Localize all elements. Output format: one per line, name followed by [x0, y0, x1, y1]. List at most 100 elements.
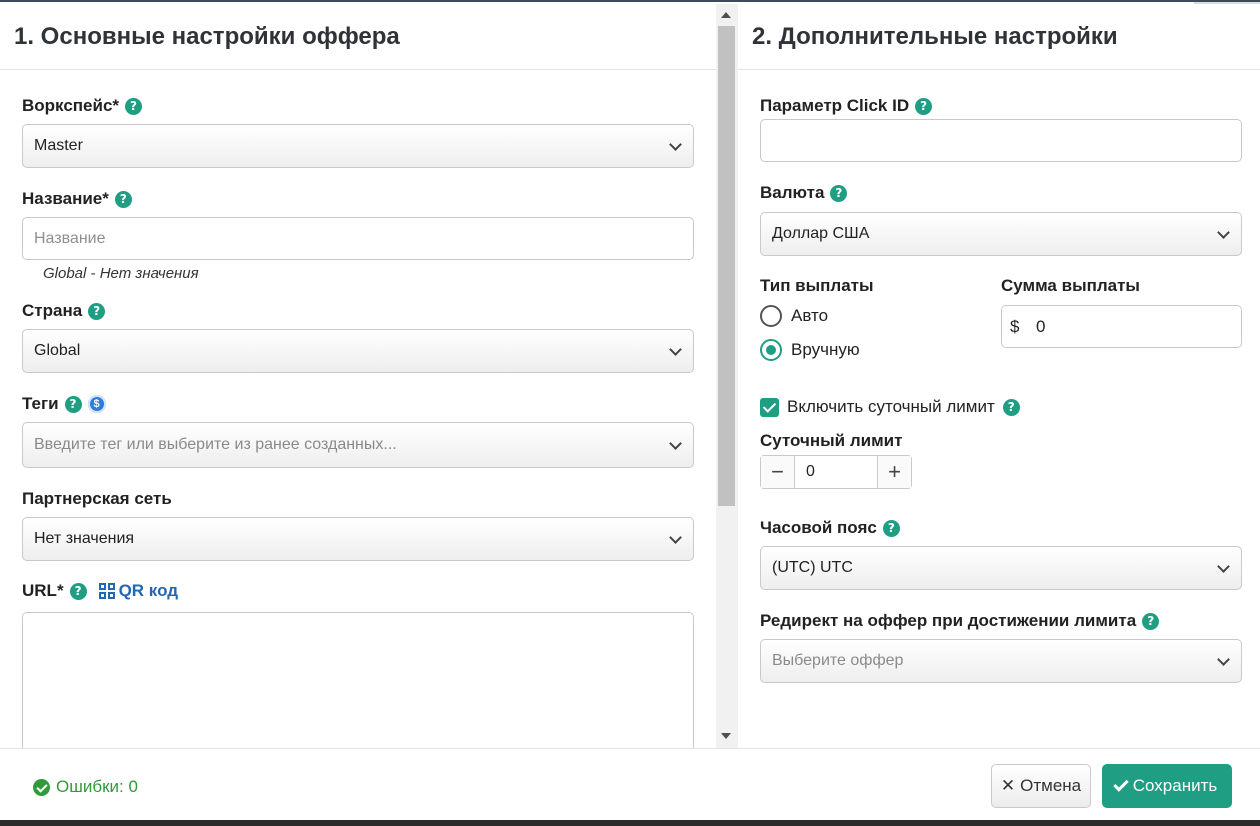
daily-limit-label-text: Суточный лимит — [760, 431, 903, 450]
radio-manual[interactable] — [760, 339, 782, 361]
errors-status: Ошибки: 0 — [33, 777, 138, 797]
timezone-label: Часовой пояс ? — [760, 518, 900, 538]
check-icon — [1112, 776, 1129, 792]
workspace-help-icon[interactable]: ? — [125, 97, 143, 115]
currency-label-text: Валюта — [760, 183, 825, 202]
redirect-offer-select[interactable]: Выберите оффер — [760, 639, 1242, 683]
errors-count: Ошибки: 0 — [56, 777, 138, 796]
payout-type-label: Тип выплаты — [760, 276, 874, 296]
close-icon: ✕ — [1000, 776, 1016, 795]
qr-code-icon — [98, 583, 115, 599]
background-bar — [0, 820, 1260, 826]
daily-limit-toggle-label: Включить суточный лимит — [787, 397, 995, 416]
currency-select[interactable]: Доллар США — [760, 212, 1242, 256]
tags-select[interactable]: Введите тег или выберите из ранее создан… — [22, 422, 694, 468]
minus-icon[interactable]: − — [761, 456, 794, 488]
modal-footer: Ошибки: 0 ✕ Отмена Сохранить — [0, 748, 1260, 820]
url-label: URL* ? QR код — [22, 581, 178, 601]
network-value: Нет значения — [34, 530, 135, 547]
payout-sum-value: 0 — [1036, 316, 1046, 336]
qr-code-label: QR код — [118, 581, 179, 600]
dollar-badge-icon[interactable]: $ — [87, 395, 106, 413]
tags-help-icon[interactable]: ? — [64, 395, 82, 413]
redirect-help-icon[interactable]: ? — [1142, 612, 1160, 630]
redirect-placeholder: Выберите оффер — [772, 652, 904, 669]
daily-limit-help-icon[interactable]: ? — [1002, 398, 1020, 416]
clickid-label-text: Параметр Click ID — [760, 96, 910, 115]
left-panel-scrollbar[interactable] — [716, 4, 738, 748]
scroll-down-arrow-icon[interactable] — [721, 733, 731, 739]
network-label: Партнерская сеть — [22, 489, 172, 509]
additional-settings-panel: 2. Дополнительные настройки Параметр Cli… — [738, 4, 1260, 748]
cancel-label: Отмена — [1020, 776, 1082, 795]
network-select[interactable]: Нет значения — [22, 517, 694, 561]
qr-code-link[interactable]: QR код — [98, 581, 179, 601]
currency-label: Валюта ? — [760, 183, 848, 203]
daily-limit-toggle[interactable]: Включить суточный лимит ? — [760, 397, 1020, 417]
name-label-text: Название* — [22, 189, 109, 208]
chevron-down-icon — [669, 343, 682, 356]
additional-settings-title: 2. Дополнительные настройки — [738, 4, 1260, 70]
redirect-label-text: Редирект на оффер при достижении лимита — [760, 611, 1137, 630]
country-label: Страна ? — [22, 301, 106, 321]
country-value: Global — [34, 342, 81, 359]
tags-label-text: Теги — [22, 394, 59, 413]
daily-limit-label: Суточный лимит — [760, 431, 902, 451]
country-label-text: Страна — [22, 301, 83, 320]
url-label-text: URL* — [22, 581, 64, 600]
payout-type-auto-option[interactable]: Авто — [760, 305, 828, 327]
payout-type-manual-option[interactable]: Вручную — [760, 339, 860, 361]
timezone-help-icon[interactable]: ? — [882, 519, 900, 537]
basic-settings-panel: 1. Основные настройки оффера Воркспейс* … — [0, 4, 716, 748]
radio-auto[interactable] — [760, 305, 782, 327]
currency-help-icon[interactable]: ? — [830, 184, 848, 202]
redirect-label: Редирект на оффер при достижении лимита … — [760, 611, 1160, 631]
basic-settings-title: 1. Основные настройки оффера — [0, 4, 716, 70]
payout-sum-input[interactable]: $ 0 — [1001, 305, 1242, 348]
workspace-label: Воркспейс* ? — [22, 96, 143, 116]
timezone-value: (UTC) UTC — [772, 559, 853, 576]
network-label-text: Партнерская сеть — [22, 489, 172, 508]
url-help-icon[interactable]: ? — [69, 582, 87, 600]
daily-limit-stepper[interactable]: − 0 + — [760, 455, 912, 489]
name-input[interactable]: Название — [22, 217, 694, 260]
cancel-button[interactable]: ✕ Отмена — [991, 764, 1091, 808]
chevron-down-icon — [1217, 226, 1230, 239]
plus-icon[interactable]: + — [878, 456, 911, 488]
daily-limit-value[interactable]: 0 — [794, 456, 878, 488]
workspace-value: Master — [34, 137, 83, 154]
tags-label: Теги ? $ — [22, 394, 106, 414]
chevron-down-icon — [1217, 653, 1230, 666]
clickid-label: Параметр Click ID ? — [760, 96, 933, 116]
offer-settings-modal: 1. Основные настройки оффера Воркспейс* … — [0, 0, 1260, 820]
chevron-down-icon — [669, 437, 682, 450]
name-placeholder: Название — [34, 229, 106, 247]
check-circle-icon — [33, 778, 50, 796]
scroll-up-arrow-icon[interactable] — [721, 12, 731, 18]
radio-auto-label: Авто — [791, 306, 829, 325]
scroll-thumb[interactable] — [718, 26, 735, 506]
save-button[interactable]: Сохранить — [1102, 764, 1232, 808]
clickid-input[interactable] — [760, 119, 1242, 162]
chevron-down-icon — [669, 531, 682, 544]
timezone-label-text: Часовой пояс — [760, 518, 877, 537]
radio-manual-label: Вручную — [791, 340, 860, 359]
workspace-label-text: Воркспейс* — [22, 96, 120, 115]
timezone-select[interactable]: (UTC) UTC — [760, 546, 1242, 590]
name-hint: Global - Нет значения — [43, 265, 199, 282]
daily-limit-checkbox[interactable] — [760, 397, 779, 417]
currency-value: Доллар США — [772, 225, 870, 242]
name-help-icon[interactable]: ? — [114, 190, 132, 208]
chevron-down-icon — [669, 138, 682, 151]
clickid-help-icon[interactable]: ? — [915, 97, 933, 115]
country-help-icon[interactable]: ? — [88, 302, 106, 320]
payout-currency-symbol: $ — [1010, 316, 1020, 336]
payout-type-label-text: Тип выплаты — [760, 276, 874, 295]
url-textarea[interactable] — [22, 612, 694, 748]
workspace-select[interactable]: Master — [22, 124, 694, 168]
payout-sum-label: Сумма выплаты — [1001, 276, 1140, 296]
chevron-down-icon — [1217, 560, 1230, 573]
tags-placeholder: Введите тег или выберите из ранее создан… — [34, 436, 397, 453]
payout-sum-label-text: Сумма выплаты — [1001, 276, 1140, 295]
country-select[interactable]: Global — [22, 329, 694, 373]
